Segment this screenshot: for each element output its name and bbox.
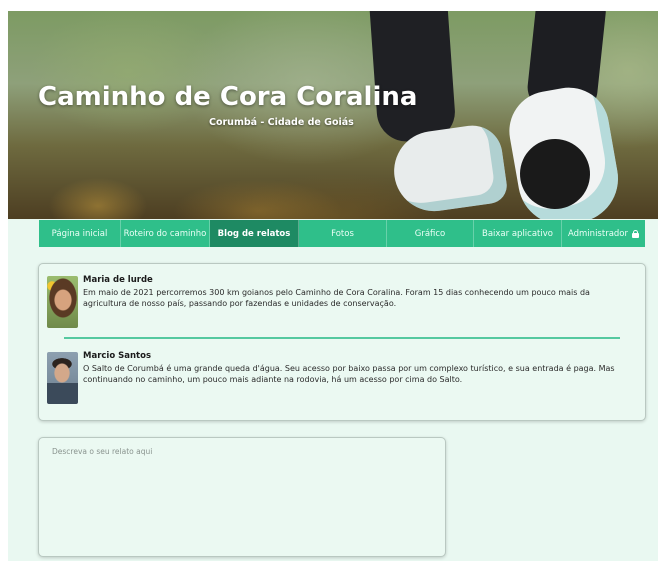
nav-item-label: Baixar aplicativo bbox=[482, 228, 553, 239]
report-textarea[interactable] bbox=[38, 437, 446, 557]
post-author: Maria de lurde bbox=[83, 275, 153, 285]
nav-item-download-app[interactable]: Baixar aplicativo bbox=[474, 220, 562, 247]
post-content: Marcio Santos O Salto de Corumbá é uma g… bbox=[83, 351, 635, 385]
page: Caminho de Cora Coralina Corumbá - Cidad… bbox=[8, 11, 658, 561]
nav-item-home[interactable]: Página inicial bbox=[39, 220, 121, 247]
nav-item-label: Blog de relatos bbox=[217, 228, 291, 239]
posts-list: Maria de lurde Em maio de 2021 percorrem… bbox=[38, 263, 646, 421]
avatar bbox=[47, 276, 78, 328]
post-author: Marcio Santos bbox=[83, 351, 152, 361]
post-content: Maria de lurde Em maio de 2021 percorrem… bbox=[83, 275, 635, 309]
nav-item-label: Roteiro do caminho bbox=[123, 228, 207, 239]
hero-banner: Caminho de Cora Coralina Corumbá - Cidad… bbox=[8, 11, 658, 219]
nav-item-admin[interactable]: Administrador bbox=[562, 220, 645, 247]
post-body: Em maio de 2021 percorremos 300 km goian… bbox=[83, 288, 590, 308]
nav-item-label: Página inicial bbox=[51, 228, 108, 239]
hero-photo-leg bbox=[369, 11, 457, 144]
avatar bbox=[47, 352, 78, 404]
nav-item-chart[interactable]: Gráfico bbox=[387, 220, 474, 247]
nav-item-label: Gráfico bbox=[414, 228, 446, 239]
post-body: O Salto de Corumbá é uma grande queda d'… bbox=[83, 364, 615, 384]
lock-icon bbox=[632, 229, 639, 238]
site-subtitle: Corumbá - Cidade de Goiás bbox=[209, 117, 354, 128]
nav-item-label: Fotos bbox=[331, 228, 354, 239]
nav-item-label: Administrador bbox=[567, 228, 628, 239]
divider bbox=[64, 337, 620, 339]
nav-item-photos[interactable]: Fotos bbox=[299, 220, 387, 247]
main-nav: Página inicial Roteiro do caminho Blog d… bbox=[39, 220, 645, 247]
site-title: Caminho de Cora Coralina bbox=[38, 82, 418, 112]
nav-item-route[interactable]: Roteiro do caminho bbox=[121, 220, 210, 247]
nav-item-blog[interactable]: Blog de relatos bbox=[210, 220, 299, 247]
